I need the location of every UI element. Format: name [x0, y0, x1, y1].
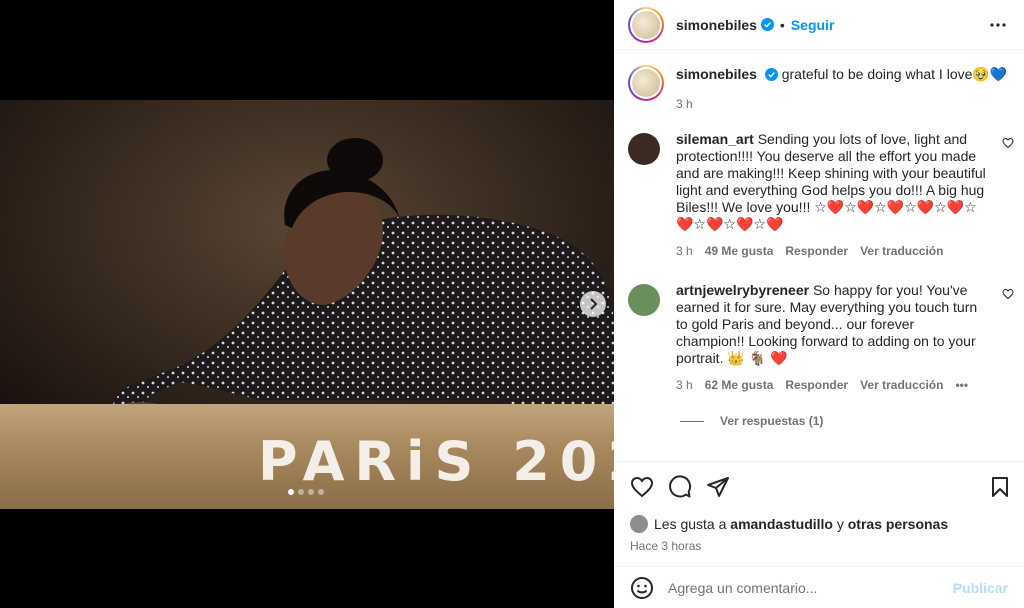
caption-text: grateful to be doing what I love🥹💙	[781, 66, 1008, 82]
post-header: simonebiles • Seguir	[614, 0, 1024, 50]
comment-icon[interactable]	[668, 475, 692, 499]
comment-heart-icon[interactable]	[1002, 288, 1014, 300]
likes-connector: y	[836, 516, 844, 532]
next-arrow-icon[interactable]	[580, 291, 606, 317]
bookmark-icon[interactable]	[988, 475, 1012, 499]
header-separator: •	[779, 16, 785, 33]
comment-item: artnjewelrybyreneer So happy for you! Yo…	[614, 282, 1024, 394]
comments-scroll-area[interactable]: simonebiles grateful to be doing what I …	[614, 51, 1024, 461]
translate-button[interactable]: Ver traducción	[860, 377, 943, 394]
translate-button[interactable]: Ver traducción	[860, 243, 943, 260]
comment-heart-icon[interactable]	[1002, 137, 1014, 149]
liker-avatar[interactable]	[630, 515, 648, 533]
post-time-ago: Hace 3 horas	[630, 539, 702, 553]
add-comment-bar: Publicar	[614, 566, 1024, 608]
reply-button[interactable]: Responder	[785, 243, 848, 260]
other-likers-link[interactable]: otras personas	[848, 516, 948, 532]
carousel-dot	[318, 489, 324, 495]
more-icon[interactable]	[986, 16, 1010, 34]
caption-time: 3 h	[676, 97, 693, 111]
carousel-dot	[298, 489, 304, 495]
carousel-dot	[288, 489, 294, 495]
caption-username[interactable]: simonebiles	[676, 66, 757, 82]
comment-time: 3 h	[676, 378, 693, 392]
likes-prefix: Les gusta a	[654, 516, 727, 532]
comment-likes[interactable]: 62 Me gusta	[705, 377, 774, 394]
likes-row: Les gusta a amandastudillo y otras perso…	[630, 515, 1012, 533]
comment-item: sileman_art Sending you lots of love, li…	[614, 131, 1024, 260]
commenter-avatar[interactable]	[628, 133, 660, 165]
comment-username[interactable]: artnjewelrybyreneer	[676, 282, 809, 298]
carousel-dot	[308, 489, 314, 495]
author-avatar[interactable]	[628, 6, 664, 43]
replies-divider	[680, 420, 704, 422]
media-pane: PARiS 2024	[0, 0, 693, 608]
verified-icon	[764, 68, 778, 81]
follow-button[interactable]: Seguir	[791, 17, 835, 33]
commenter-avatar[interactable]	[628, 284, 660, 316]
author-avatar[interactable]	[628, 65, 664, 101]
carousel-dots	[288, 489, 324, 495]
publish-button[interactable]: Publicar	[953, 580, 1008, 596]
view-replies-label: Ver respuestas (1)	[720, 414, 824, 428]
view-replies-button[interactable]: Ver respuestas (1)	[680, 414, 1024, 428]
heart-icon[interactable]	[630, 475, 654, 499]
comment-options-icon[interactable]: •••	[955, 377, 968, 394]
liker-username[interactable]: amandastudillo	[730, 516, 833, 532]
verified-icon	[760, 18, 774, 31]
reply-button[interactable]: Responder	[785, 377, 848, 394]
post-side-pane: simonebiles • Seguir simonebiles gratefu…	[614, 0, 1024, 608]
post-actions: Les gusta a amandastudillo y otras perso…	[614, 461, 1024, 567]
post-caption: simonebiles grateful to be doing what I …	[614, 51, 1024, 113]
comment-input[interactable]	[668, 579, 953, 596]
comment-likes[interactable]: 49 Me gusta	[705, 243, 774, 260]
share-icon[interactable]	[706, 475, 730, 499]
instagram-post-modal: PARiS 2024 simonebiles • Seguir simonebi…	[0, 0, 1024, 608]
comment-time: 3 h	[676, 244, 693, 258]
emoji-icon[interactable]	[630, 576, 654, 600]
comment-username[interactable]: sileman_art	[676, 131, 754, 147]
author-username[interactable]: simonebiles	[676, 17, 757, 33]
